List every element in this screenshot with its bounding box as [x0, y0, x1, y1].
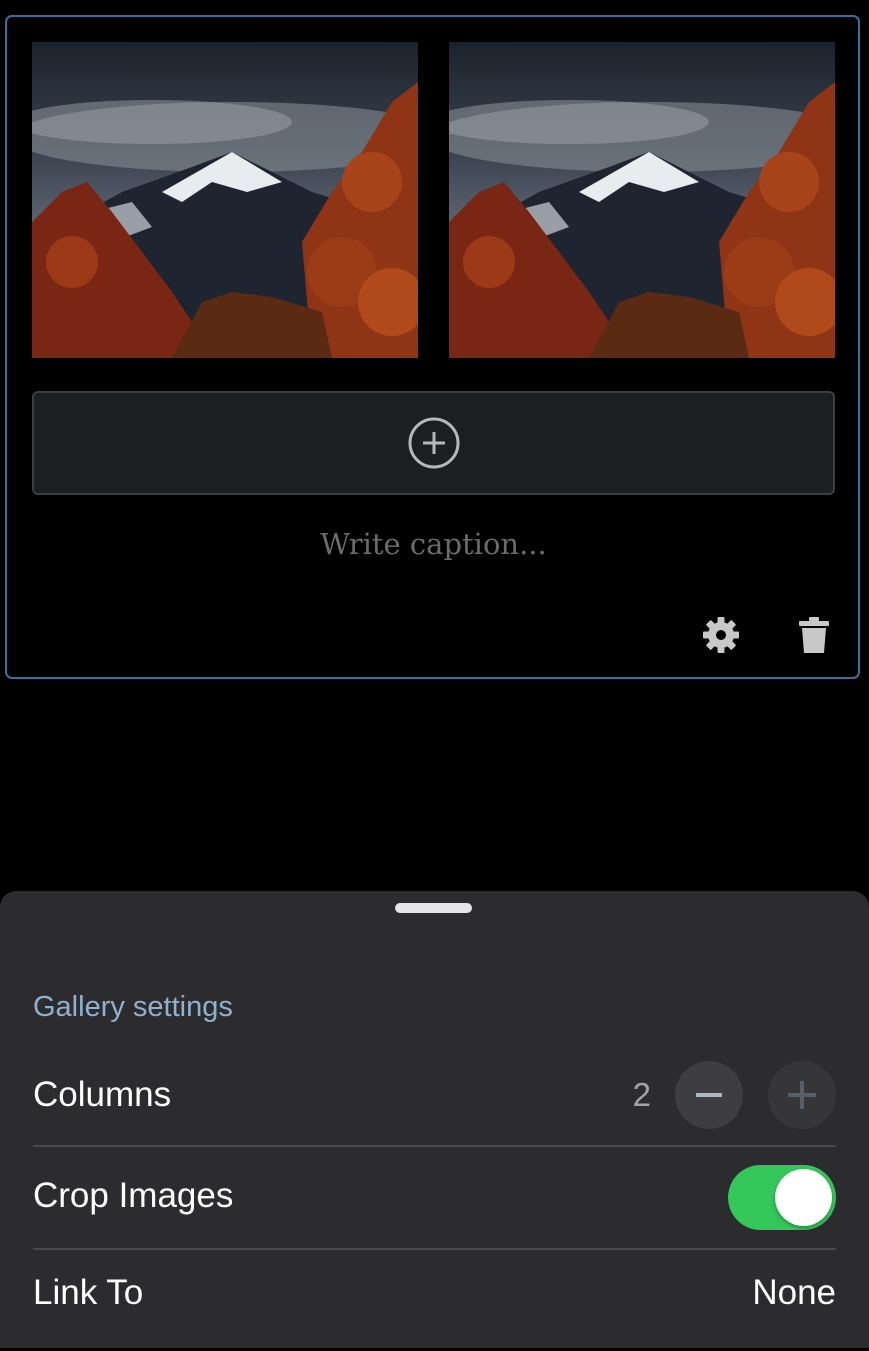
crop-images-label: Crop Images	[33, 1176, 234, 1215]
mountain-photo	[32, 42, 418, 358]
add-media-button[interactable]	[32, 391, 835, 495]
mountain-photo	[449, 42, 835, 358]
trash-icon	[799, 617, 829, 653]
block-settings-button[interactable]	[699, 613, 743, 657]
link-to-value[interactable]: None	[752, 1251, 836, 1335]
columns-row: Columns 2	[33, 1047, 836, 1147]
gallery-settings-sheet: Gallery settings Columns 2 Crop Images L…	[0, 891, 869, 1348]
plus-icon	[788, 1081, 816, 1109]
crop-images-row: Crop Images	[33, 1148, 836, 1248]
divider	[33, 1145, 836, 1147]
gallery-image-1[interactable]	[32, 42, 418, 358]
caption-input[interactable]: Write caption...	[32, 519, 835, 569]
decrease-columns-button[interactable]	[675, 1061, 743, 1129]
gallery-block[interactable]: Write caption...	[5, 15, 860, 679]
link-to-row[interactable]: Link To None	[33, 1251, 836, 1351]
plus-circle-icon	[408, 417, 459, 469]
toggle-knob	[775, 1169, 832, 1226]
delete-block-button[interactable]	[792, 613, 836, 657]
increase-columns-button[interactable]	[768, 1061, 836, 1129]
link-to-label: Link To	[33, 1273, 144, 1312]
minus-icon	[696, 1093, 722, 1097]
gallery-image-2[interactable]	[449, 42, 835, 358]
divider	[33, 1248, 836, 1250]
sheet-drag-handle[interactable]	[395, 903, 472, 913]
columns-value: 2	[632, 1076, 651, 1113]
columns-label: Columns	[33, 1075, 172, 1114]
gear-icon	[703, 617, 739, 653]
crop-images-toggle[interactable]	[728, 1165, 836, 1230]
section-title: Gallery settings	[33, 991, 233, 1023]
